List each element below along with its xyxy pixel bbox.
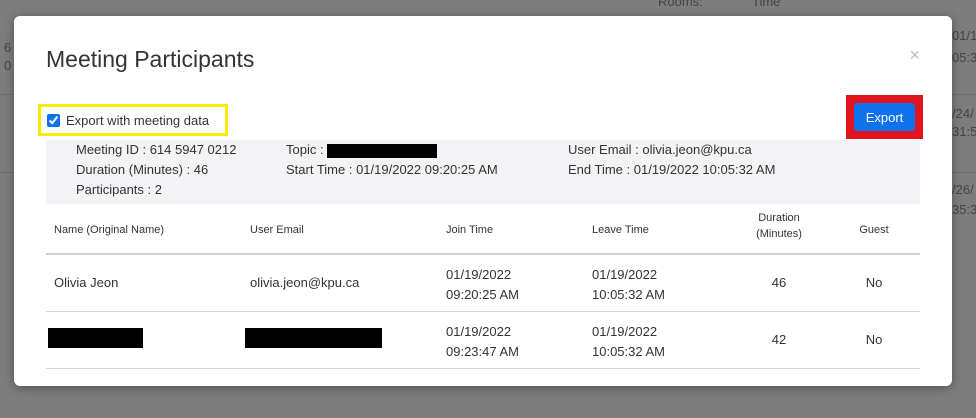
table-row: 01/19/2022 09:23:47 AM 01/19/2022 10:05:… [46, 312, 920, 369]
export-with-meeting-data-checkbox[interactable] [47, 113, 60, 127]
meeting-participants-dialog: Meeting Participants × Export with meeti… [14, 16, 952, 386]
participant-join-time: 01/19/2022 09:23:47 AM [446, 322, 519, 362]
column-header-leave-time: Leave Time [592, 224, 649, 236]
bg-left-text: 6 [4, 40, 12, 55]
redaction-block [48, 328, 143, 348]
column-header-guest: Guest [859, 224, 889, 236]
meeting-end-time: End Time : 01/19/2022 10:05:32 AM [568, 162, 776, 177]
participant-email: olivia.jeon@kpu.ca [250, 275, 360, 290]
participant-leave-time: 01/19/2022 10:05:32 AM [592, 265, 665, 305]
participant-join-time: 01/19/2022 09:20:25 AM [446, 265, 519, 305]
join-date: 01/19/2022 [446, 267, 512, 282]
leave-clock: 10:05:32 AM [592, 287, 665, 302]
participants-table: Name (Original Name) User Email Join Tim… [46, 206, 920, 369]
join-clock: 09:23:47 AM [446, 344, 519, 359]
column-header-email: User Email [250, 224, 304, 236]
redaction-block [245, 328, 382, 348]
duration-header-unit: (Minutes) [756, 228, 802, 240]
export-button[interactable]: Export [854, 103, 915, 131]
bg-time-label: Time [752, 0, 781, 9]
close-icon[interactable]: × [909, 46, 920, 64]
duration-header-line: Duration [758, 212, 800, 224]
meeting-id: Meeting ID : 614 5947 0212 [76, 142, 237, 157]
participant-name: Olivia Jeon [54, 275, 119, 290]
bg-right-text: /24/ [952, 106, 974, 121]
join-date: 01/19/2022 [446, 324, 512, 339]
bg-right-text: /26/ [952, 182, 974, 197]
table-row: Olivia Jeon olivia.jeon@kpu.ca 01/19/202… [46, 255, 920, 312]
participant-guest: No [865, 332, 883, 347]
participant-leave-time: 01/19/2022 10:05:32 AM [592, 322, 665, 362]
bg-rooms-label: Rooms: [658, 0, 703, 9]
redacted-participant-email [245, 328, 382, 348]
meeting-topic: Topic : [286, 142, 438, 158]
participant-count: Participants : 2 [76, 182, 162, 197]
meeting-summary: Meeting ID : 614 5947 0212 Duration (Min… [46, 140, 920, 204]
host-user-email: User Email : olivia.jeon@kpu.ca [568, 142, 752, 157]
leave-date: 01/19/2022 [592, 267, 658, 282]
meeting-duration: Duration (Minutes) : 46 [76, 162, 209, 177]
meeting-start-time: Start Time : 01/19/2022 09:20:25 AM [286, 162, 498, 177]
column-header-join-time: Join Time [446, 224, 494, 236]
participant-duration: 46 [771, 275, 787, 290]
leave-clock: 10:05:32 AM [592, 344, 665, 359]
topic-label: Topic : [286, 142, 324, 157]
bg-right-text: 35:3 [952, 202, 976, 217]
redacted-topic [327, 143, 438, 158]
redacted-participant-name [48, 328, 143, 348]
column-header-name: Name (Original Name) [54, 224, 165, 236]
table-header-row: Name (Original Name) User Email Join Tim… [46, 206, 920, 255]
export-checkbox-label: Export with meeting data [66, 112, 210, 128]
dialog-title: Meeting Participants [46, 46, 255, 72]
participant-guest: No [865, 275, 883, 290]
export-with-meeting-data-option[interactable]: Export with meeting data [38, 104, 228, 136]
join-clock: 09:20:25 AM [446, 287, 519, 302]
export-button-highlight: Export [846, 95, 923, 139]
bg-left-text: 0 [4, 58, 12, 73]
leave-date: 01/19/2022 [592, 324, 658, 339]
bg-right-text: 05:3 [952, 50, 976, 65]
bg-right-text: 31:5 [952, 124, 976, 139]
participant-duration: 42 [771, 332, 787, 347]
column-header-duration: Duration (Minutes) [739, 210, 819, 242]
bg-right-text: 01/19/ [952, 28, 976, 43]
